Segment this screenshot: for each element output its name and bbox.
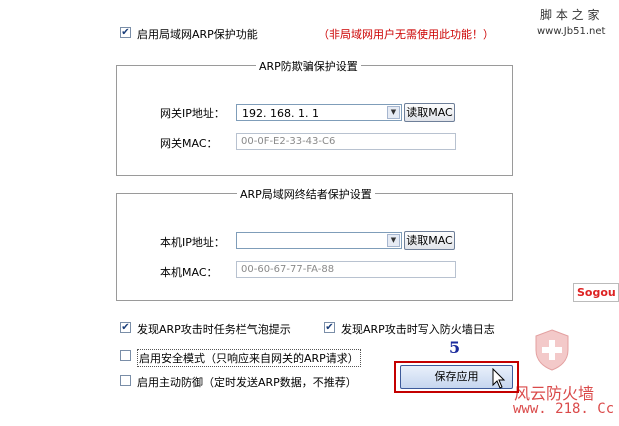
gateway-ip-combo[interactable]: 192. 168. 1. 1 ▼ bbox=[236, 104, 402, 121]
gateway-group-title: ARP防欺骗保护设置 bbox=[256, 58, 361, 74]
gateway-read-mac-button[interactable]: 读取MAC bbox=[404, 103, 455, 122]
active-defense-checkbox[interactable] bbox=[120, 375, 131, 386]
gateway-mac-label: 网关MAC： bbox=[160, 137, 218, 150]
warning-text: （非局域网用户无需使用此功能！） bbox=[318, 28, 494, 41]
gateway-ip-value: 192. 168. 1. 1 bbox=[242, 107, 319, 120]
mouse-cursor-icon bbox=[492, 368, 506, 389]
shield-icon bbox=[535, 329, 569, 371]
safe-mode-label: 启用安全模式（只响应来自网关的ARP请求） bbox=[137, 349, 361, 367]
gateway-ip-label: 网关IP地址： bbox=[160, 107, 225, 120]
local-mac-label: 本机MAC： bbox=[160, 266, 218, 279]
safe-mode-checkbox[interactable] bbox=[120, 350, 131, 361]
local-mac-field[interactable]: 00-60-67-77-FA-88 bbox=[236, 261, 456, 278]
enable-arp-label: 启用局域网ARP保护功能 bbox=[137, 28, 258, 41]
local-read-mac-button[interactable]: 读取MAC bbox=[404, 231, 455, 250]
active-defense-label: 启用主动防御（定时发送ARP数据，不推荐） bbox=[137, 376, 357, 389]
site-name: 脚 本 之 家 bbox=[540, 8, 600, 22]
site-url: www.Jb51.net bbox=[537, 26, 606, 37]
local-group-title: ARP局域网终结者保护设置 bbox=[237, 186, 375, 202]
watermark-firewall-url: www. 218. Cc bbox=[513, 401, 615, 417]
sogou-logo: Sogou bbox=[573, 283, 619, 302]
sogou-logo-text: Sogou bbox=[577, 286, 616, 299]
chevron-down-icon[interactable]: ▼ bbox=[387, 234, 400, 247]
balloon-alert-label: 发现ARP攻击时任务栏气泡提示 bbox=[137, 323, 291, 336]
balloon-alert-checkbox[interactable]: ✔ bbox=[120, 322, 131, 333]
enable-arp-checkbox[interactable]: ✔ bbox=[120, 27, 131, 38]
chevron-down-icon[interactable]: ▼ bbox=[387, 106, 400, 119]
gateway-mac-field[interactable]: 00-0F-E2-33-43-C6 bbox=[236, 133, 456, 150]
firewall-log-checkbox[interactable]: ✔ bbox=[324, 322, 335, 333]
local-ip-label: 本机IP地址： bbox=[160, 236, 225, 249]
local-ip-combo[interactable]: ▼ bbox=[236, 232, 402, 249]
step-number: 5 bbox=[449, 338, 461, 357]
firewall-log-label: 发现ARP攻击时写入防火墙日志 bbox=[341, 323, 495, 336]
